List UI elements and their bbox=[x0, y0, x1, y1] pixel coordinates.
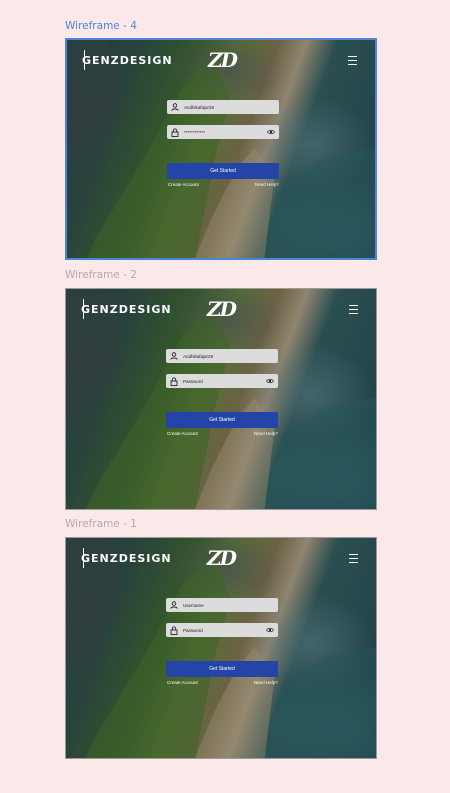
zd-logo[interactable]: ZD bbox=[207, 297, 237, 321]
frame-wireframe-4[interactable]: GENZDESIGN ZD Andhikafajar29 ***********… bbox=[65, 38, 377, 260]
password-field[interactable]: Password bbox=[166, 374, 278, 388]
username-field[interactable]: Andhikafajar29 bbox=[166, 349, 278, 363]
need-help-link[interactable]: Need Help? bbox=[254, 431, 278, 436]
lock-icon bbox=[169, 376, 179, 386]
hamburger-menu-icon[interactable] bbox=[349, 305, 358, 314]
username-value: Andhikafajar29 bbox=[184, 104, 215, 110]
create-account-link[interactable]: Create Account bbox=[168, 182, 199, 187]
username-field[interactable]: Username bbox=[166, 598, 278, 612]
password-placeholder: Password bbox=[183, 378, 203, 384]
frame-wireframe-1[interactable]: GENZDESIGN ZD Username Password Get Star… bbox=[65, 537, 377, 759]
need-help-link[interactable]: Need Help? bbox=[254, 680, 278, 685]
design-canvas: Wireframe - 4 GENZDESIGN ZD Andhikafajar… bbox=[0, 0, 450, 793]
need-help-link[interactable]: Need Help? bbox=[255, 182, 279, 187]
brand-wordmark[interactable]: GENZDESIGN bbox=[82, 54, 173, 67]
password-field[interactable]: Password bbox=[166, 623, 278, 637]
create-account-link[interactable]: Create Account bbox=[167, 431, 198, 436]
username-field[interactable]: Andhikafajar29 bbox=[167, 100, 279, 114]
username-value: Andhikafajar29 bbox=[183, 353, 214, 359]
frame-wireframe-2[interactable]: GENZDESIGN ZD Andhikafajar29 Password Ge… bbox=[65, 288, 377, 510]
frame-label-wireframe-4[interactable]: Wireframe - 4 bbox=[65, 20, 137, 32]
get-started-button[interactable]: Get Started bbox=[166, 661, 278, 677]
brand-wordmark[interactable]: GENZDESIGN bbox=[81, 303, 172, 316]
user-icon bbox=[169, 351, 179, 361]
user-icon bbox=[170, 102, 180, 112]
zd-logo[interactable]: ZD bbox=[207, 546, 237, 570]
hamburger-menu-icon[interactable] bbox=[348, 56, 357, 65]
create-account-link[interactable]: Create Account bbox=[167, 680, 198, 685]
password-field[interactable]: ************ bbox=[167, 125, 279, 139]
user-icon bbox=[169, 600, 179, 610]
frame-label-wireframe-1[interactable]: Wireframe - 1 bbox=[65, 518, 137, 530]
show-password-icon[interactable] bbox=[266, 627, 274, 633]
frame-label-wireframe-2[interactable]: Wireframe - 2 bbox=[65, 269, 137, 281]
get-started-button[interactable]: Get Started bbox=[167, 163, 279, 179]
brand-wordmark[interactable]: GENZDESIGN bbox=[81, 552, 172, 565]
username-placeholder: Username bbox=[183, 602, 204, 608]
password-value: ************ bbox=[184, 129, 206, 135]
hamburger-menu-icon[interactable] bbox=[349, 554, 358, 563]
get-started-button[interactable]: Get Started bbox=[166, 412, 278, 428]
password-placeholder: Password bbox=[183, 627, 203, 633]
lock-icon bbox=[170, 127, 180, 137]
zd-logo[interactable]: ZD bbox=[208, 48, 238, 72]
lock-icon bbox=[169, 625, 179, 635]
show-password-icon[interactable] bbox=[267, 129, 275, 135]
show-password-icon[interactable] bbox=[266, 378, 274, 384]
